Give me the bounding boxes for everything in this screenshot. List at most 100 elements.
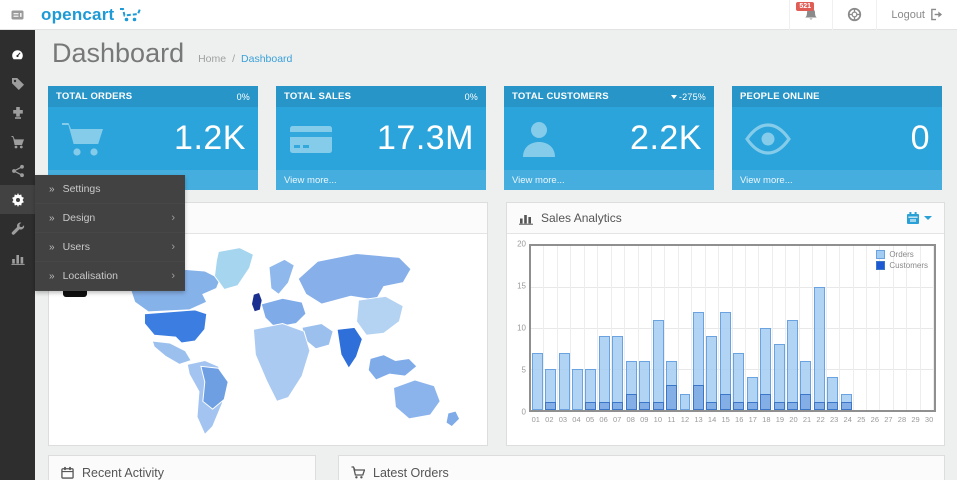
map-region-new-zealand[interactable] <box>446 411 460 427</box>
x-tick-label: 12 <box>678 415 692 424</box>
map-region-us[interactable] <box>144 310 206 343</box>
chart-column-23 <box>827 246 840 410</box>
tile-value: 2.2K <box>630 119 702 158</box>
orders-bar[interactable] <box>774 344 785 410</box>
sidebar-item-system[interactable] <box>0 185 35 214</box>
view-more-link[interactable]: View more... <box>732 170 942 190</box>
orders-bar[interactable] <box>814 287 825 410</box>
tile-body: 2.2K <box>504 107 714 170</box>
orders-bar[interactable] <box>680 394 691 410</box>
orders-bar[interactable] <box>572 369 583 410</box>
map-region-africa[interactable] <box>253 324 309 402</box>
customers-bar[interactable] <box>599 402 610 410</box>
map-region-russia[interactable] <box>298 253 411 304</box>
notifications-button[interactable]: 521 <box>789 0 832 30</box>
customers-bar[interactable] <box>626 394 637 410</box>
orders-bar[interactable] <box>787 320 798 410</box>
customers-bar[interactable] <box>800 394 811 410</box>
map-region-mexico[interactable] <box>152 341 191 364</box>
customers-bar[interactable] <box>545 402 556 410</box>
store-front-button[interactable] <box>832 0 876 30</box>
sidebar-item-catalog[interactable] <box>0 69 35 98</box>
customers-bar[interactable] <box>693 385 704 410</box>
cart-icon <box>60 119 106 159</box>
customers-bar[interactable] <box>653 402 664 410</box>
submenu-item-users[interactable]: »Users› <box>35 233 185 262</box>
map-region-india[interactable] <box>337 327 362 368</box>
submenu-item-design[interactable]: »Design› <box>35 204 185 233</box>
customers-bar[interactable] <box>814 402 825 410</box>
map-region-uk[interactable] <box>251 292 262 311</box>
breadcrumb-home[interactable]: Home <box>198 53 226 65</box>
customers-bar[interactable] <box>760 394 771 410</box>
tile-delta-value: 0% <box>465 92 478 102</box>
cart-icon <box>351 466 365 479</box>
user-icon <box>516 119 562 159</box>
chart-column-04 <box>571 246 584 410</box>
tile-delta: -275% <box>671 92 706 102</box>
orders-bar[interactable] <box>612 336 623 410</box>
map-region-greenland[interactable] <box>215 248 254 290</box>
map-region-se-asia[interactable] <box>368 355 417 380</box>
tile-body: 1.2K <box>48 107 258 170</box>
customers-bar[interactable] <box>706 402 717 410</box>
customers-bar[interactable] <box>720 394 731 410</box>
breadcrumb-current[interactable]: Dashboard <box>241 53 292 65</box>
orders-bar[interactable] <box>559 353 570 410</box>
customers-bar[interactable] <box>666 385 677 410</box>
customers-bar[interactable] <box>841 402 852 410</box>
x-tick-label: 24 <box>841 415 855 424</box>
sidebar-item-tools[interactable] <box>0 214 35 243</box>
chart-plot-area[interactable]: Orders Customers <box>529 244 936 412</box>
customers-bar[interactable] <box>787 402 798 410</box>
tile-body: 17.3M <box>276 107 486 170</box>
chevron-right-icon: › <box>171 241 175 253</box>
customers-bar[interactable] <box>612 402 623 410</box>
opencart-logo[interactable]: opencart <box>41 5 141 25</box>
sidebar-item-extensions[interactable] <box>0 98 35 127</box>
x-tick-label: 11 <box>665 415 679 424</box>
customers-bar[interactable] <box>774 402 785 410</box>
sidebar-item-sales[interactable] <box>0 127 35 156</box>
orders-bar[interactable] <box>706 336 717 410</box>
legend-label: Orders <box>889 250 913 259</box>
view-more-link[interactable]: View more... <box>504 170 714 190</box>
stat-tile-total-customers: TOTAL CUSTOMERS-275%2.2KView more... <box>504 86 714 190</box>
chart-column-11 <box>665 246 678 410</box>
orders-bar[interactable] <box>532 353 543 410</box>
logout-button[interactable]: Logout <box>876 0 957 30</box>
submenu-item-settings[interactable]: »Settings <box>35 175 185 204</box>
orders-bar[interactable] <box>653 320 664 410</box>
orders-bar[interactable] <box>599 336 610 410</box>
date-range-button[interactable] <box>906 211 932 225</box>
chart-column-18 <box>759 246 772 410</box>
customers-bar[interactable] <box>747 402 758 410</box>
submenu-item-localisation[interactable]: »Localisation› <box>35 262 185 291</box>
customers-bar[interactable] <box>827 402 838 410</box>
sales-analytics-chart: 20151050 OrdersCustomers 010203040506070… <box>507 234 944 428</box>
breadcrumb-separator: / <box>232 53 235 65</box>
sales-analytics-header: Sales Analytics <box>507 203 944 234</box>
map-region-china[interactable] <box>357 296 404 335</box>
map-region-europe[interactable] <box>261 298 306 327</box>
customers-bar[interactable] <box>733 402 744 410</box>
map-region-australia[interactable] <box>394 380 441 419</box>
map-region-scandinavia[interactable] <box>269 259 294 294</box>
sidebar-item-reports[interactable] <box>0 243 35 272</box>
view-more-link[interactable]: View more... <box>276 170 486 190</box>
customers-bar[interactable] <box>585 402 596 410</box>
chart-column-24 <box>840 246 853 410</box>
customers-bar[interactable] <box>639 402 650 410</box>
submenu-item-label: Settings <box>63 183 175 195</box>
chart-column-15 <box>719 246 732 410</box>
y-tick-label: 5 <box>522 366 526 375</box>
legend-label: Customers <box>889 261 928 270</box>
page-head: Dashboard Home / Dashboard <box>52 38 292 69</box>
x-tick-label: 22 <box>814 415 828 424</box>
calendar-icon <box>61 466 74 479</box>
sidebar-item-marketing[interactable] <box>0 156 35 185</box>
map-region-brazil[interactable] <box>201 366 228 409</box>
sales-icon <box>10 135 25 149</box>
menu-toggle-icon[interactable] <box>0 0 35 30</box>
sidebar-item-dashboard[interactable] <box>0 40 35 69</box>
